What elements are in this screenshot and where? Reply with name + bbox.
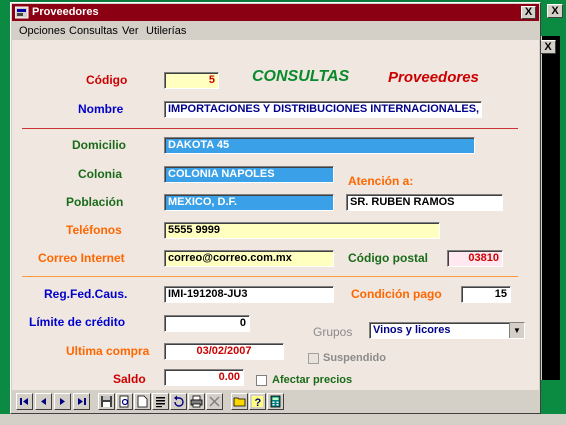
divider-1 [22, 128, 518, 129]
title-bar: Proveedores X [12, 4, 539, 21]
grupos-select[interactable]: Vinos y licores ▼ [369, 322, 525, 339]
condicion-pago-label: Condición pago [351, 287, 442, 301]
saldo-field[interactable]: 0.00 [164, 369, 244, 386]
limite-credito-label: Límite de crédito [29, 315, 126, 329]
ultima-compra-label: Ultima compra [66, 344, 150, 358]
codigo-field[interactable]: 5 [164, 72, 219, 89]
help-icon: ? [252, 396, 263, 408]
menu-ver[interactable]: Ver [122, 22, 139, 40]
close-button[interactable]: X [521, 6, 536, 19]
calculator-button[interactable] [267, 393, 284, 410]
help-button[interactable]: ? [249, 393, 266, 410]
first-record-button[interactable] [16, 393, 33, 410]
limite-credito-field[interactable]: 0 [164, 315, 250, 332]
correo-field[interactable]: correo@correo.com.mx [164, 250, 334, 267]
background-window-left-edge [0, 0, 10, 425]
colonia-field[interactable]: COLONIA NAPOLES [164, 166, 334, 183]
print-button[interactable] [188, 393, 205, 410]
next-icon [60, 398, 65, 405]
window-title: Proveedores [32, 6, 99, 18]
next-record-button[interactable] [54, 393, 71, 410]
afectar-precios-label: Afectar precios [272, 374, 353, 386]
suspendido-checkbox[interactable] [308, 353, 319, 364]
cancel-button[interactable] [206, 393, 223, 410]
atencion-label: Atención a: [348, 174, 414, 188]
last-icon [78, 398, 86, 405]
open-folder-button[interactable] [231, 393, 248, 410]
proveedores-heading: Proveedores [388, 69, 479, 86]
close-icon [209, 396, 220, 407]
nombre-field[interactable]: IMPORTACIONES Y DISTRIBUCIONES INTERNACI… [164, 101, 482, 118]
background-window-panel [540, 36, 560, 380]
codigo-postal-field[interactable]: 03810 [447, 250, 503, 267]
poblacion-label: Población [66, 195, 124, 209]
previous-record-button[interactable] [35, 393, 52, 410]
background-close-button[interactable]: X [547, 4, 563, 18]
form-area: Código 5 CONSULTAS Proveedores Nombre IM… [12, 40, 539, 390]
menu-utilerias[interactable]: Utilerías [146, 22, 186, 40]
svg-text:?: ? [255, 397, 262, 408]
folder-icon [233, 397, 246, 407]
proveedores-window: Proveedores X Opciones Consultas Ver Uti… [10, 2, 541, 414]
new-document-icon [137, 395, 148, 408]
background-inner-close-button[interactable]: X [540, 40, 556, 54]
codigo-label: Código [86, 73, 128, 87]
domicilio-label: Domicilio [72, 138, 127, 152]
previous-icon [41, 398, 46, 405]
rfc-field[interactable]: IMI-191208-JU3 [164, 286, 334, 303]
divider-2 [22, 276, 518, 277]
suspendido-label: Suspendido [323, 352, 386, 364]
nombre-label: Nombre [78, 102, 124, 116]
correo-label: Correo Internet [38, 251, 125, 265]
toolbar: ? [12, 391, 539, 412]
grupos-selected-value: Vinos y licores [373, 324, 451, 336]
new-record-button[interactable] [134, 393, 151, 410]
telefonos-field[interactable]: 5555 9999 [164, 222, 440, 239]
calculator-icon [270, 395, 281, 408]
list-icon [156, 397, 165, 408]
undo-icon [174, 395, 184, 407]
undo-button[interactable] [170, 393, 187, 410]
codigo-postal-label: Código postal [348, 251, 428, 265]
grupos-label: Grupos [313, 325, 353, 339]
colonia-label: Colonia [78, 167, 122, 181]
menu-consultas[interactable]: Consultas [69, 22, 118, 40]
last-record-button[interactable] [73, 393, 90, 410]
floppy-disk-icon [101, 396, 112, 407]
background-status-strip [0, 414, 566, 425]
menu-bar: Opciones Consultas Ver Utilerías [12, 22, 539, 40]
telefonos-label: Teléfonos [66, 223, 122, 237]
printer-icon [190, 395, 203, 408]
chevron-down-icon[interactable]: ▼ [509, 323, 524, 338]
first-icon [20, 398, 28, 405]
condicion-pago-field[interactable]: 15 [461, 286, 511, 303]
afectar-precios-checkbox[interactable] [256, 375, 267, 386]
search-document-icon [119, 395, 129, 408]
app-icon [15, 6, 29, 19]
saldo-label: Saldo [113, 372, 146, 386]
menu-opciones[interactable]: Opciones [19, 22, 65, 40]
search-button[interactable] [116, 393, 133, 410]
list-button[interactable] [152, 393, 169, 410]
save-button[interactable] [98, 393, 115, 410]
ultima-compra-field[interactable]: 03/02/2007 [164, 343, 284, 360]
consultas-heading: CONSULTAS [252, 68, 350, 85]
atencion-field[interactable]: SR. RUBEN RAMOS [346, 194, 503, 211]
poblacion-field[interactable]: MEXICO, D.F. [164, 194, 334, 211]
domicilio-field[interactable]: DAKOTA 45 [164, 137, 475, 154]
rfc-label: Reg.Fed.Caus. [44, 287, 128, 301]
